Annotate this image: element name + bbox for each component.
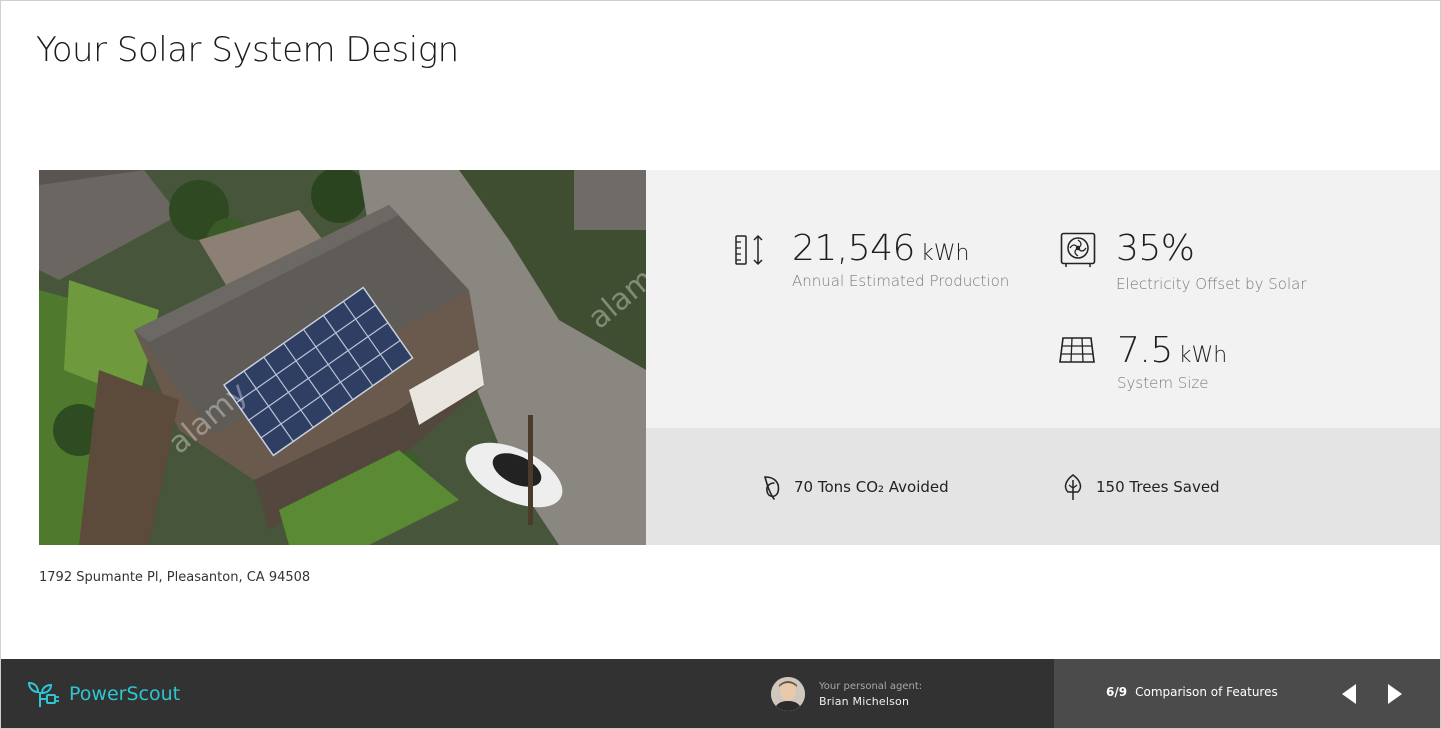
annual-production-value: 21,546 kWh xyxy=(792,228,969,269)
agent-avatar xyxy=(771,677,805,711)
house-aerial-photo: alamy alamy xyxy=(39,170,646,545)
footer-bar: PowerScout Your personal agent: Brian Mi… xyxy=(1,659,1440,728)
trees-saved-text: 150 Trees Saved xyxy=(1096,478,1220,496)
slide-count: 6/9 xyxy=(1106,685,1128,699)
electricity-offset-number: 35% xyxy=(1116,228,1195,269)
annual-production-number: 21,546 xyxy=(792,228,915,269)
personal-agent[interactable]: Your personal agent: Brian Michelson xyxy=(771,677,922,711)
slide-progress: 6/9 Comparison of Features xyxy=(1106,685,1278,699)
annual-production-unit: kWh xyxy=(920,241,970,266)
agent-caption: Your personal agent: xyxy=(819,680,923,692)
page-title: Your Solar System Design xyxy=(36,30,459,70)
triangle-left-icon[interactable] xyxy=(1338,681,1362,707)
solar-panel-icon xyxy=(1059,337,1095,363)
impact-panel: 70 Tons CO₂ Avoided 150 Trees Saved xyxy=(646,428,1440,545)
triangle-right-icon[interactable] xyxy=(1382,681,1406,707)
slide-navigation: 6/9 Comparison of Features xyxy=(1054,659,1440,728)
agent-name: Brian Michelson xyxy=(819,694,910,708)
leaf-icon xyxy=(764,476,780,500)
system-size-number: 7.5 xyxy=(1117,330,1173,371)
tree-icon xyxy=(1064,474,1082,500)
stats-panel: 21,546 kWh Annual Estimated Production 35… xyxy=(646,170,1440,428)
system-size-unit: kWh xyxy=(1178,343,1228,368)
electricity-offset-value: 35% xyxy=(1116,228,1195,269)
system-size-value: 7.5 kWh xyxy=(1117,330,1227,371)
trees-saved: 150 Trees Saved xyxy=(1062,473,1220,501)
electricity-offset-label: Electricity Offset by Solar xyxy=(1116,275,1307,293)
co2-avoided: 70 Tons CO₂ Avoided xyxy=(762,474,949,500)
brand-name: PowerScout xyxy=(69,683,181,705)
electric-meter-icon xyxy=(1060,232,1096,267)
co2-avoided-text: 70 Tons CO₂ Avoided xyxy=(794,478,949,496)
annual-production-label: Annual Estimated Production xyxy=(792,272,1010,290)
next-slide-title: Comparison of Features xyxy=(1135,685,1278,699)
ruler-arrows-icon xyxy=(735,234,763,266)
system-size-label: System Size xyxy=(1117,374,1209,392)
property-address: 1792 Spumante Pl, Pleasanton, CA 94508 xyxy=(39,570,311,585)
brand-logo[interactable]: PowerScout xyxy=(25,679,180,709)
agent-info: Your personal agent: Brian Michelson xyxy=(819,681,922,708)
powerscout-logo-icon xyxy=(27,681,59,707)
